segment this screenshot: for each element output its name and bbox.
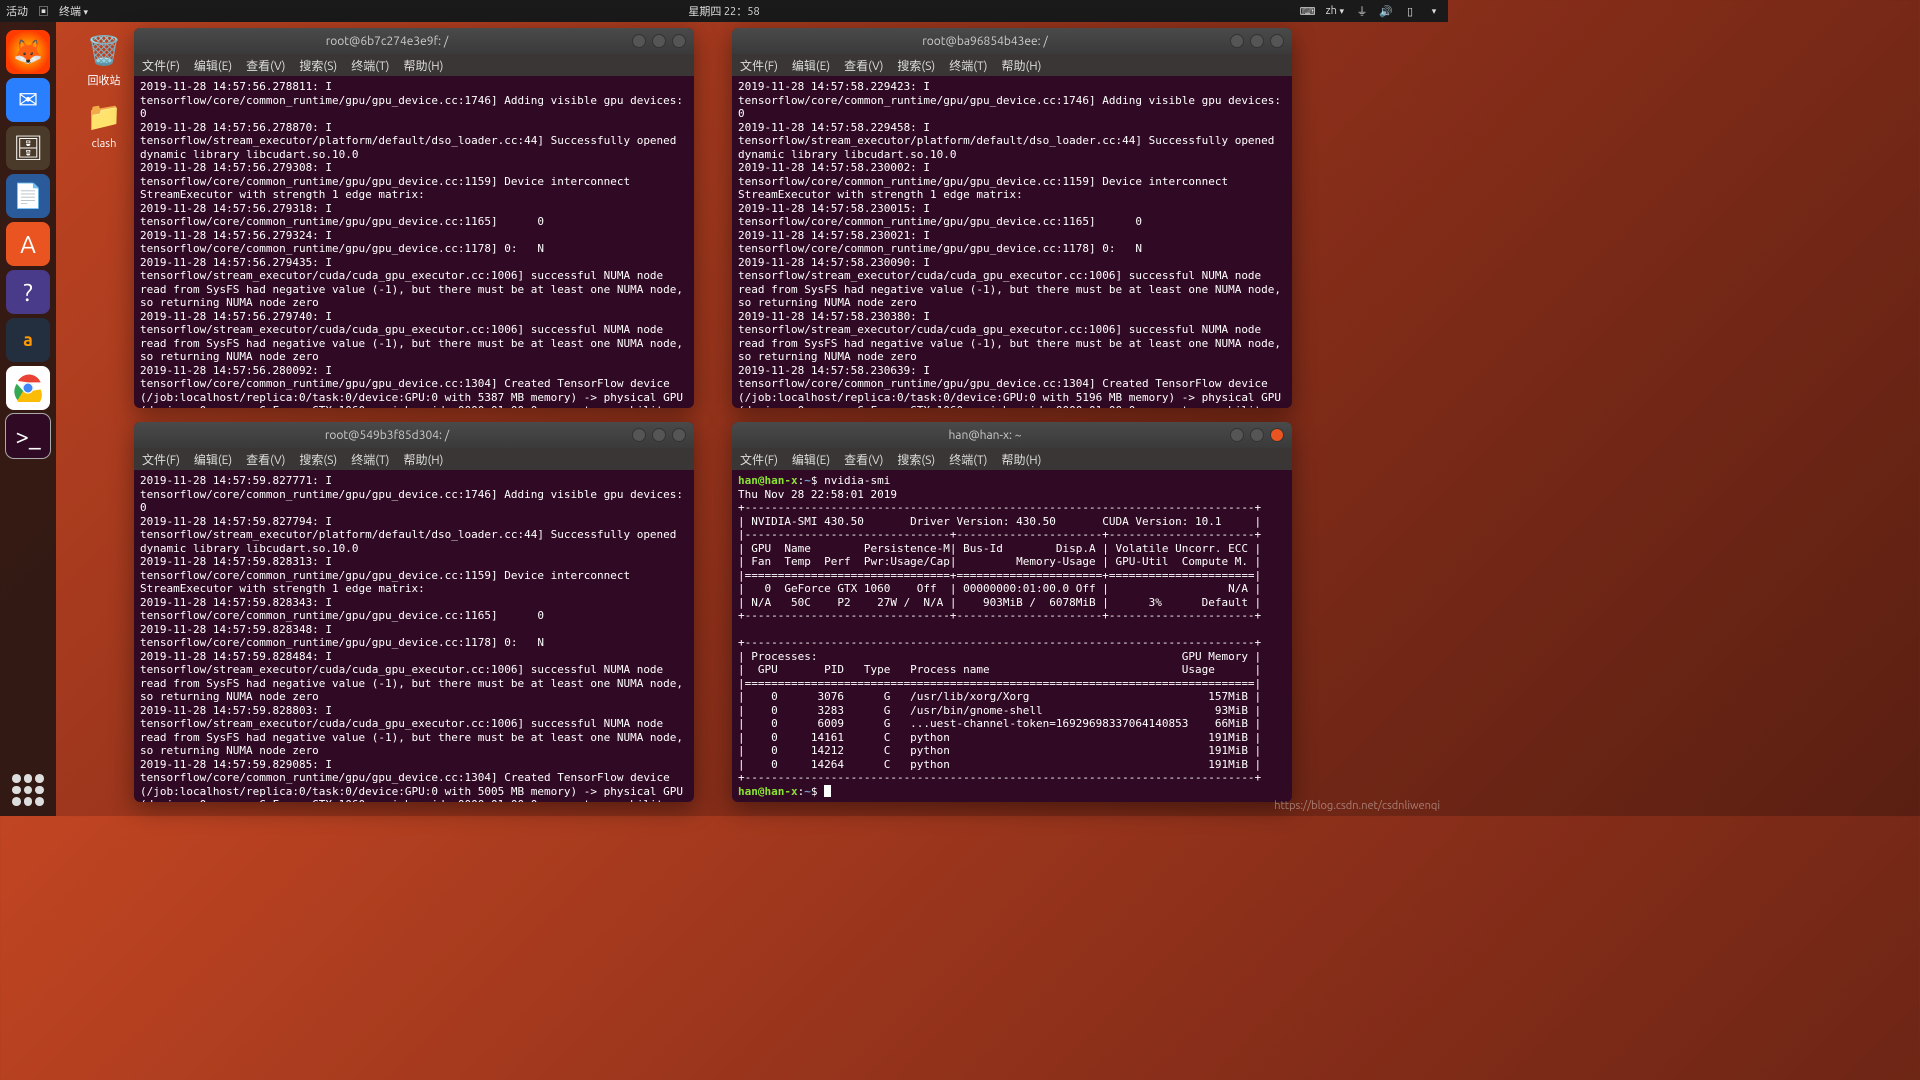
language-indicator[interactable]: zh ▾ [1326,5,1344,17]
ubuntu-dock: 🦊 ✉ 🗄 📄 A ? a >_ [0,22,56,816]
dock-software-icon[interactable]: A [6,222,50,266]
network-icon[interactable]: ⏚ [1356,5,1368,17]
prompt-path: ~ [804,785,811,798]
terminal-menubar: 文件(F) 编辑(E) 查看(V) 搜索(S) 终端(T) 帮助(H) [732,54,1292,76]
folder-icon: 📁 [84,96,124,136]
trash-icon: 🗑️ [84,30,124,70]
menu-file[interactable]: 文件(F) [740,57,778,74]
prompt-user: han@han-x [738,785,798,798]
menu-help[interactable]: 帮助(H) [1001,451,1041,468]
minimize-button[interactable] [1230,428,1244,442]
terminal-output: 2019-11-28 14:57:58.229423: I tensorflow… [738,80,1288,408]
menu-view[interactable]: 查看(V) [246,451,285,468]
menu-file[interactable]: 文件(F) [740,451,778,468]
window-title: root@549b3f85d304: / [142,429,632,442]
volume-icon[interactable]: 🔊 [1380,5,1392,17]
terminal-menubar: 文件(F) 编辑(E) 查看(V) 搜索(S) 终端(T) 帮助(H) [134,54,694,76]
titlebar[interactable]: root@549b3f85d304: / [134,422,694,448]
dock-libreoffice-icon[interactable]: 📄 [6,174,50,218]
desktop-icons: 🗑️ 回收站 📁 clash [76,30,132,150]
menu-terminal[interactable]: 终端(T) [949,57,987,74]
menu-search[interactable]: 搜索(S) [897,57,935,74]
terminal-window-1[interactable]: root@6b7c274e3e9f: / 文件(F) 编辑(E) 查看(V) 搜… [134,28,694,408]
clash-label: clash [92,138,117,150]
terminal-menubar: 文件(F) 编辑(E) 查看(V) 搜索(S) 终端(T) 帮助(H) [134,448,694,470]
close-button[interactable] [1270,428,1284,442]
show-applications-button[interactable] [12,774,44,806]
terminal-body[interactable]: 2019-11-28 14:57:59.827771: I tensorflow… [134,470,694,802]
menu-search[interactable]: 搜索(S) [897,451,935,468]
close-button[interactable] [672,34,686,48]
minimize-button[interactable] [632,428,646,442]
menu-terminal[interactable]: 终端(T) [949,451,987,468]
dock-help-icon[interactable]: ? [6,270,50,314]
clash-folder-icon[interactable]: 📁 clash [76,96,132,150]
menu-search[interactable]: 搜索(S) [299,451,337,468]
titlebar[interactable]: root@6b7c274e3e9f: / [134,28,694,54]
dock-files-icon[interactable]: 🗄 [6,126,50,170]
terminal-body[interactable]: 2019-11-28 14:57:56.278811: I tensorflow… [134,76,694,408]
gnome-topbar: 活动 ▣ 终端 ▾ 星期四 22：58 ⌨ zh ▾ ⏚ 🔊 ▯ ▾ [0,0,1448,22]
maximize-button[interactable] [1250,428,1264,442]
dock-terminal-icon[interactable]: >_ [6,414,50,458]
close-button[interactable] [1270,34,1284,48]
menu-help[interactable]: 帮助(H) [1001,57,1041,74]
maximize-button[interactable] [652,428,666,442]
clock[interactable]: 星期四 22：58 [688,3,759,19]
entered-command: nvidia-smi [824,474,890,487]
activities-button[interactable]: 活动 [6,3,28,19]
menu-edit[interactable]: 编辑(E) [792,451,830,468]
terminal-output: 2019-11-28 14:57:56.278811: I tensorflow… [140,80,690,408]
system-menu-arrow-icon[interactable]: ▾ [1428,5,1440,17]
battery-icon[interactable]: ▯ [1404,5,1416,17]
terminal-menubar: 文件(F) 编辑(E) 查看(V) 搜索(S) 终端(T) 帮助(H) [732,448,1292,470]
menu-help[interactable]: 帮助(H) [403,57,443,74]
minimize-button[interactable] [1230,34,1244,48]
terminal-output: 2019-11-28 14:57:59.827771: I tensorflow… [140,474,690,802]
menu-file[interactable]: 文件(F) [142,57,180,74]
titlebar[interactable]: han@han-x: ~ [732,422,1292,448]
terminal-output: Thu Nov 28 22:58:01 2019 +--------------… [738,488,1261,785]
menu-edit[interactable]: 编辑(E) [194,57,232,74]
watermark: https://blog.csdn.net/csdnliwenqi [1274,800,1440,812]
prompt-path: ~ [804,474,811,487]
maximize-button[interactable] [1250,34,1264,48]
maximize-button[interactable] [652,34,666,48]
terminal-body[interactable]: han@han-x:~$ nvidia-smi Thu Nov 28 22:58… [732,470,1292,802]
terminal-icon: ▣ [38,3,49,19]
trash-desktop-icon[interactable]: 🗑️ 回收站 [76,30,132,88]
terminal-window-3[interactable]: root@ba96854b43ee: / 文件(F) 编辑(E) 查看(V) 搜… [732,28,1292,408]
dock-thunderbird-icon[interactable]: ✉ [6,78,50,122]
trash-label: 回收站 [88,75,121,87]
close-button[interactable] [672,428,686,442]
titlebar[interactable]: root@ba96854b43ee: / [732,28,1292,54]
dock-chrome-icon[interactable] [6,366,50,410]
menu-view[interactable]: 查看(V) [844,451,883,468]
terminal-window-2[interactable]: root@549b3f85d304: / 文件(F) 编辑(E) 查看(V) 搜… [134,422,694,802]
dock-amazon-icon[interactable]: a [6,318,50,362]
terminal-body[interactable]: 2019-11-28 14:57:58.229423: I tensorflow… [732,76,1292,408]
app-menu-label[interactable]: 终端 ▾ [59,3,88,19]
menu-edit[interactable]: 编辑(E) [792,57,830,74]
window-title: han@han-x: ~ [740,429,1230,442]
menu-edit[interactable]: 编辑(E) [194,451,232,468]
menu-terminal[interactable]: 终端(T) [351,451,389,468]
menu-view[interactable]: 查看(V) [246,57,285,74]
window-title: root@6b7c274e3e9f: / [142,35,632,48]
minimize-button[interactable] [632,34,646,48]
menu-terminal[interactable]: 终端(T) [351,57,389,74]
menu-file[interactable]: 文件(F) [142,451,180,468]
terminal-window-4[interactable]: han@han-x: ~ 文件(F) 编辑(E) 查看(V) 搜索(S) 终端(… [732,422,1292,802]
window-title: root@ba96854b43ee: / [740,35,1230,48]
menu-view[interactable]: 查看(V) [844,57,883,74]
dock-firefox-icon[interactable]: 🦊 [6,30,50,74]
menu-search[interactable]: 搜索(S) [299,57,337,74]
cursor-icon [824,785,831,797]
prompt-user: han@han-x [738,474,798,487]
keyboard-icon[interactable]: ⌨ [1302,5,1314,17]
menu-help[interactable]: 帮助(H) [403,451,443,468]
